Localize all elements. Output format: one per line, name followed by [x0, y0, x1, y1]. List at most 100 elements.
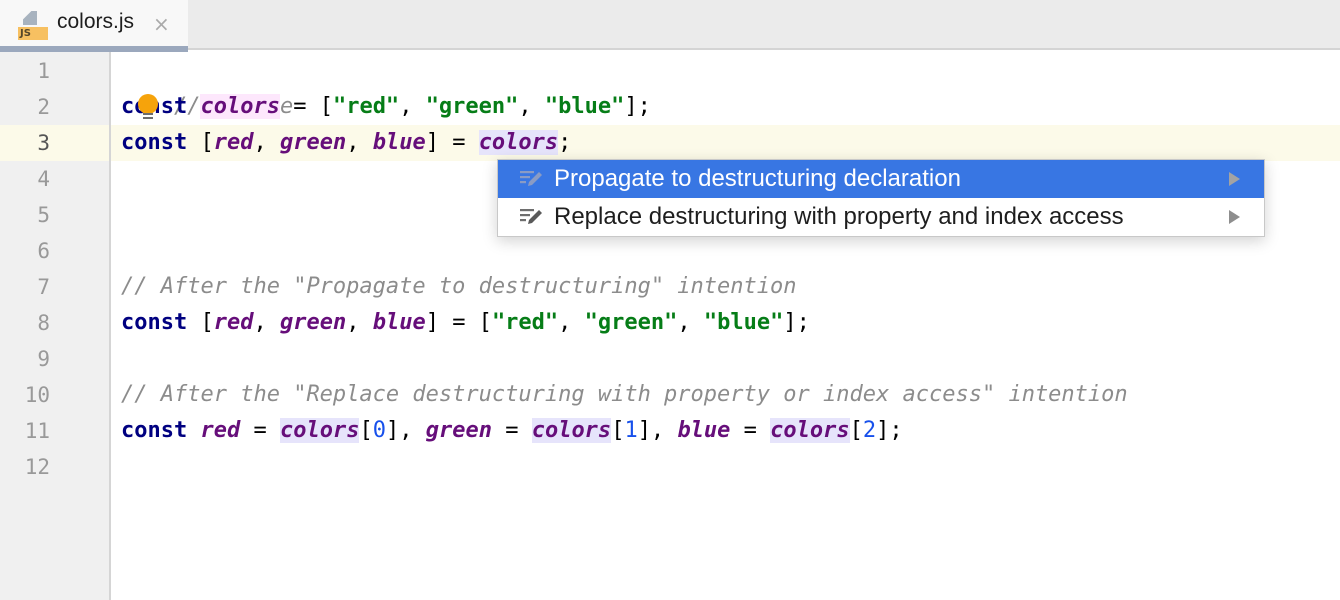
variable-colors-declaration: colors: [200, 94, 280, 119]
text: ];: [624, 94, 651, 119]
text: [: [187, 310, 214, 335]
code-line-11: const red = colors[0], green = colors[1]…: [121, 413, 903, 449]
line-number: 10: [24, 383, 50, 407]
keyword: const: [121, 418, 188, 443]
code-line-10: // After the "Replace destructuring with…: [121, 377, 1128, 413]
tab-colors-js[interactable]: JS colors.js ×: [0, 0, 188, 52]
variable: red: [200, 418, 241, 443]
keyword: const: [121, 130, 188, 155]
comment-text: Propagate to destructuring: [306, 274, 651, 299]
variable-colors-reference: colors: [531, 418, 612, 443]
line-number-gutter: 1 2 3 4 5 6 7 8 9 10 11 12: [0, 52, 111, 600]
number-literal: 0: [372, 418, 386, 443]
code-line-7: // After the "Propagate to destructuring…: [121, 269, 797, 305]
comment-text: intention: [995, 382, 1128, 407]
string-literal: "green": [584, 310, 678, 335]
line-number: 11: [24, 419, 50, 443]
close-tab-icon[interactable]: ×: [153, 12, 170, 36]
comment-text: intention: [664, 274, 797, 299]
popup-item-replace[interactable]: Replace destructuring with property and …: [498, 198, 1264, 236]
text: ,: [518, 94, 545, 119]
text: ];: [876, 418, 903, 443]
variable-colors-reference: colors: [279, 418, 360, 443]
variable: green: [279, 310, 347, 335]
tab-label: colors.js: [57, 10, 135, 33]
text: [: [611, 418, 625, 443]
line-number: 5: [37, 203, 50, 227]
comment-quote: ": [981, 382, 996, 407]
line-number: 9: [37, 347, 50, 371]
javascript-file-icon: JS: [18, 11, 48, 41]
submenu-arrow-icon[interactable]: [1229, 210, 1240, 224]
code-editor[interactable]: // Before const colors = ["red", "green"…: [111, 52, 1340, 600]
text: ;: [558, 130, 572, 155]
variable: green: [279, 130, 347, 155]
text: ,: [346, 310, 373, 335]
text: [: [187, 130, 214, 155]
text: [: [849, 418, 863, 443]
text: ],: [637, 418, 678, 443]
line-number: 12: [24, 455, 50, 479]
text: ,: [253, 130, 280, 155]
text: [187, 94, 200, 119]
intention-actions-popup: Propagate to destructuring declaration R…: [497, 159, 1265, 237]
file-sheet-shape: [23, 11, 37, 25]
comment-text: Replace destructuring with property or i…: [306, 382, 982, 407]
text: [: [359, 418, 373, 443]
text: = [: [279, 94, 333, 119]
comment-quote: ": [650, 274, 665, 299]
intention-edit-icon: [520, 209, 542, 224]
text: =: [240, 418, 280, 443]
text: ] = [: [425, 310, 492, 335]
variable: blue: [372, 130, 426, 155]
editor-tab-bar: JS colors.js ×: [0, 0, 1340, 52]
comment-quote: ": [293, 382, 307, 407]
popup-item-label: Propagate to destructuring declaration: [554, 165, 961, 192]
text: ,: [399, 94, 426, 119]
string-literal: "blue": [544, 94, 625, 119]
code-line-3: const [red, green, blue] = colors;: [121, 125, 571, 161]
variable: red: [213, 310, 254, 335]
line-number: 8: [37, 311, 50, 335]
text: ,: [346, 130, 373, 155]
code-line-1: // Before: [121, 53, 293, 119]
variable: green: [425, 418, 492, 443]
variable: blue: [372, 310, 426, 335]
text: =: [730, 418, 771, 443]
text: ] =: [425, 130, 479, 155]
line-number-current: 3: [37, 131, 50, 155]
string-literal: "green": [425, 94, 519, 119]
number-literal: 1: [624, 418, 638, 443]
comment: // After the "Replace destructuring with…: [121, 382, 1128, 407]
popup-item-propagate[interactable]: Propagate to destructuring declaration: [498, 160, 1264, 198]
intention-edit-icon: [520, 171, 542, 186]
variable: blue: [677, 418, 731, 443]
string-literal: "blue": [703, 310, 784, 335]
comment: // After the "Propagate to destructuring…: [121, 274, 797, 299]
submenu-arrow-icon[interactable]: [1229, 172, 1240, 186]
popup-item-label: Replace destructuring with property and …: [554, 203, 1124, 230]
text: ,: [253, 310, 280, 335]
text: ],: [385, 418, 426, 443]
variable: red: [213, 130, 254, 155]
comment-text: // After the: [121, 382, 294, 407]
text: ,: [677, 310, 704, 335]
js-badge: JS: [18, 27, 48, 40]
bulb-glass: [138, 94, 158, 114]
line-number: 1: [37, 59, 50, 83]
variable-colors-reference: colors: [770, 418, 850, 443]
text: [187, 418, 200, 443]
intention-bulb-icon[interactable]: [138, 94, 158, 122]
code-line-2: const colors = ["red", "green", "blue"];: [121, 89, 651, 125]
keyword: const: [121, 310, 188, 335]
code-line-8: const [red, green, blue] = ["red", "gree…: [121, 305, 810, 341]
bulb-base: [143, 113, 153, 115]
comment-quote: ": [293, 274, 307, 299]
variable-colors-reference: colors: [478, 130, 559, 155]
number-literal: 2: [862, 418, 877, 443]
line-number: 6: [37, 239, 50, 263]
line-number: 7: [37, 275, 50, 299]
string-literal: "red": [491, 310, 559, 335]
line-number: 4: [37, 167, 50, 191]
text: ];: [783, 310, 810, 335]
